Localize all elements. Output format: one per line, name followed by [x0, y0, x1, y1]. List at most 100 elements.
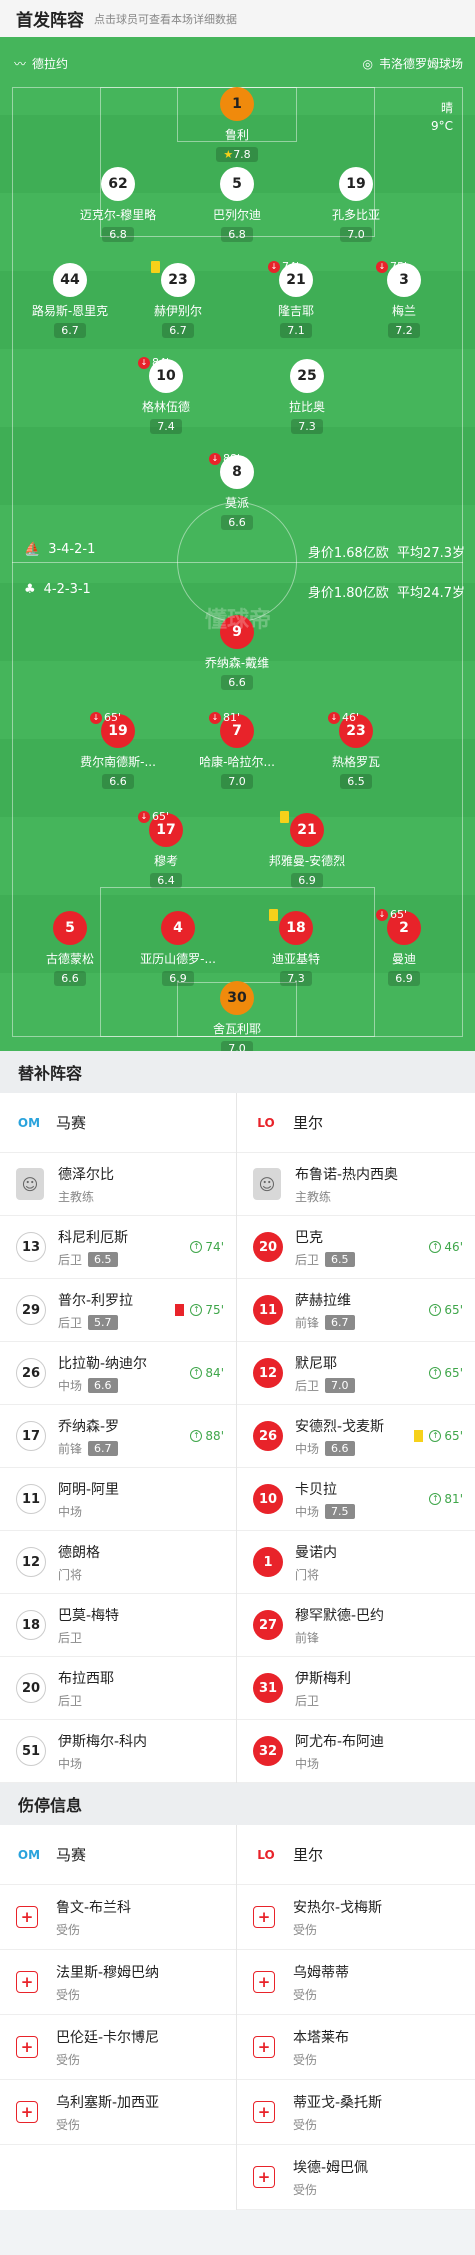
jersey-number: 31	[253, 1673, 283, 1703]
sub-player-row[interactable]: 20 巴克 后卫 6.5 ↑ 46'	[237, 1216, 475, 1279]
player-rating: 6.8	[221, 227, 253, 242]
coach-row[interactable]: ☺ 布鲁诺-热内西奥 主教练	[237, 1153, 475, 1216]
home-player[interactable]: 62 迈克尔-穆里略 6.8	[63, 167, 173, 242]
jersey-number: 27	[253, 1610, 283, 1640]
sub-player-row[interactable]: 18 巴莫-梅特 后卫	[0, 1594, 236, 1657]
player-rating: 7.5	[325, 1503, 355, 1519]
player-position: 门将	[295, 1567, 320, 1582]
sub-player-row[interactable]: 26 安德烈-戈麦斯 中场 6.6 ↑ 65'	[237, 1405, 475, 1468]
coach-avatar: ☺	[16, 1168, 44, 1200]
sub-player-row[interactable]: 31 伊斯梅利 后卫	[237, 1657, 475, 1720]
jersey-number: 26	[253, 1421, 283, 1451]
player-name: 迪亚基特	[271, 952, 320, 966]
home-player[interactable]: 19 孔多比亚 7.0	[301, 167, 411, 242]
marseille-logo-icon: OM	[17, 1115, 41, 1130]
injured-player-row[interactable]: + 鲁文-布兰科 受伤	[0, 1885, 236, 1950]
injured-player-row[interactable]: + 蒂亚戈-桑托斯 受伤	[237, 2080, 475, 2145]
injured-player-row[interactable]: + 法里斯-穆姆巴纳 受伤	[0, 1950, 236, 2015]
player-name: 巴莫-梅特	[58, 1607, 120, 1624]
sub-off-icon: ↓	[376, 260, 388, 273]
away-player[interactable]: 23 热格罗瓦 6.5 ↓ 46'	[301, 711, 411, 789]
coach-row[interactable]: ☺ 德泽尔比 主教练	[0, 1153, 236, 1216]
player-rating: 6.5	[88, 1251, 118, 1267]
player-name: 格林伍德	[141, 400, 190, 414]
player-name: 卡贝拉	[295, 1481, 337, 1498]
sub-player-row[interactable]: 20 布拉西耶 后卫	[0, 1657, 236, 1720]
home-player[interactable]: 5 巴列尔迪 6.8	[182, 167, 292, 242]
venue-name: 韦洛德罗姆球场	[378, 57, 463, 71]
home-player[interactable]: 25 拉比奥 7.3	[252, 359, 362, 434]
injured-player-row[interactable]: + 安热尔-戈梅斯 受伤	[237, 1885, 475, 1950]
injured-player-row[interactable]: + 埃德-姆巴佩 受伤	[237, 2145, 475, 2210]
rating-value: 6.6	[61, 972, 79, 985]
sub-minute: 81'	[223, 711, 241, 724]
rating-value: 6.8	[228, 228, 246, 241]
injured-player-row[interactable]: + 巴伦廷-卡尔博尼 受伤	[0, 2015, 236, 2080]
away-formation: ♣ 4-2-3-1	[24, 582, 91, 597]
home-player[interactable]: 8 莫派 6.6 ↓ 88'	[182, 452, 292, 530]
sub-player-row[interactable]: 13 科尼利厄斯 后卫 6.5 ↑ 74'	[0, 1216, 236, 1279]
sub-player-row[interactable]: 51 伊斯梅尔-科内 中场	[0, 1720, 236, 1783]
away-player[interactable]: 30 舍瓦利耶 7.0	[182, 981, 292, 1051]
player-position: 中场	[295, 1441, 320, 1456]
home-player[interactable]: 1 鲁利 ★7.8	[182, 87, 292, 162]
player-name: 埃德-姆巴佩	[293, 2159, 369, 2176]
player-name: 古德蒙松	[45, 952, 94, 966]
temperature: 9°C	[430, 119, 453, 133]
sub-player-row[interactable]: 10 卡贝拉 中场 7.5 ↑ 81'	[237, 1468, 475, 1531]
player-rating: 7.0	[221, 1041, 253, 1051]
sub-minute: 84'	[152, 356, 170, 369]
away-player[interactable]: 5 古德蒙松 6.6	[15, 911, 125, 986]
home-player[interactable]: 23 赫伊别尔 6.7	[123, 261, 233, 338]
sub-on-icon: ↑	[190, 1304, 203, 1316]
substitution-indicator: ↑ 74'	[190, 1240, 224, 1254]
lille-logo-icon: LO	[257, 1847, 275, 1862]
player-rating: 7.0	[221, 774, 253, 789]
sub-on-icon: ↑	[429, 1241, 442, 1253]
away-player[interactable]: 17 穆考 6.4 ↓ 65'	[111, 810, 221, 888]
substitution-indicator: ↓ 65'	[138, 810, 169, 823]
injured-player-row[interactable]: + 本塔莱布 受伤	[237, 2015, 475, 2080]
injury-cross-icon: +	[16, 2036, 38, 2058]
jersey-number: 17	[16, 1421, 46, 1451]
player-name: 路易斯-恩里克	[31, 304, 109, 318]
injured-player-row[interactable]: + 乌姆蒂蒂 受伤	[237, 1950, 475, 2015]
player-name: 巴伦廷-卡尔博尼	[56, 2029, 160, 2046]
home-player[interactable]: 44 路易斯-恩里克 6.7	[15, 263, 125, 338]
sub-player-row[interactable]: 32 阿尤布-布阿迪 中场	[237, 1720, 475, 1783]
player-name: 鲁利	[224, 128, 249, 142]
sub-player-row[interactable]: 26 比拉勒-纳迪尔 中场 6.6 ↑ 84'	[0, 1342, 236, 1405]
away-player[interactable]: 18 迪亚基特 7.3	[241, 909, 351, 986]
injury-section-title: 伤停信息	[0, 1783, 475, 1825]
away-player[interactable]: 7 哈康-哈拉尔... 7.0 ↓ 81'	[182, 711, 292, 789]
sub-player-row[interactable]: 17 乔纳森-罗 前锋 6.7 ↑ 88'	[0, 1405, 236, 1468]
away-value: 身价1.80亿欧 平均24.7岁	[307, 586, 465, 601]
away-player[interactable]: 4 亚历山德罗-... 6.9	[123, 911, 233, 986]
player-name: 巴克	[295, 1229, 323, 1246]
sub-player-row[interactable]: 11 阿明-阿里 中场	[0, 1468, 236, 1531]
sub-player-row[interactable]: 12 德朗格 门将	[0, 1531, 236, 1594]
player-name: 伊斯梅尔-科内	[58, 1733, 148, 1750]
sub-player-row[interactable]: 29 普尔-利罗拉 后卫 5.7 ↑ 75'	[0, 1279, 236, 1342]
player-name: 布鲁诺-热内西奥	[295, 1166, 399, 1183]
player-rating: 6.6	[54, 971, 86, 986]
player-name: 萨赫拉维	[295, 1292, 351, 1309]
away-player[interactable]: 19 费尔南德斯-... 6.6 ↓ 65'	[63, 711, 173, 789]
player-rating: 7.3	[291, 419, 323, 434]
home-player[interactable]: 3 梅兰 7.2 ↓ 75'	[349, 260, 459, 338]
home-player[interactable]: 10 格林伍德 7.4 ↓ 84'	[111, 356, 221, 434]
sub-player-row[interactable]: 1 曼诺内 门将	[237, 1531, 475, 1594]
player-rating: 6.7	[325, 1314, 355, 1330]
jersey-number: 12	[253, 1358, 283, 1388]
sub-player-row[interactable]: 12 默尼耶 后卫 7.0 ↑ 65'	[237, 1342, 475, 1405]
injured-player-row[interactable]: + 乌利塞斯-加西亚 受伤	[0, 2080, 236, 2145]
away-player[interactable]: 2 曼迪 6.9 ↓ 65'	[349, 908, 459, 986]
sub-player-row[interactable]: 11 萨赫拉维 前锋 6.7 ↑ 65'	[237, 1279, 475, 1342]
home-player[interactable]: 21 隆吉耶 7.1 ↓ 74'	[241, 260, 351, 338]
sub-minute: 75'	[205, 1303, 224, 1317]
sub-minute: 88'	[223, 452, 241, 465]
away-player[interactable]: 21 邦雅曼-安德烈 6.9	[252, 811, 362, 888]
sub-player-row[interactable]: 27 穆罕默德-巴约 前锋	[237, 1594, 475, 1657]
substitution-indicator: ↑ 65'	[429, 1429, 463, 1443]
injury-status: 受伤	[56, 1922, 81, 1937]
